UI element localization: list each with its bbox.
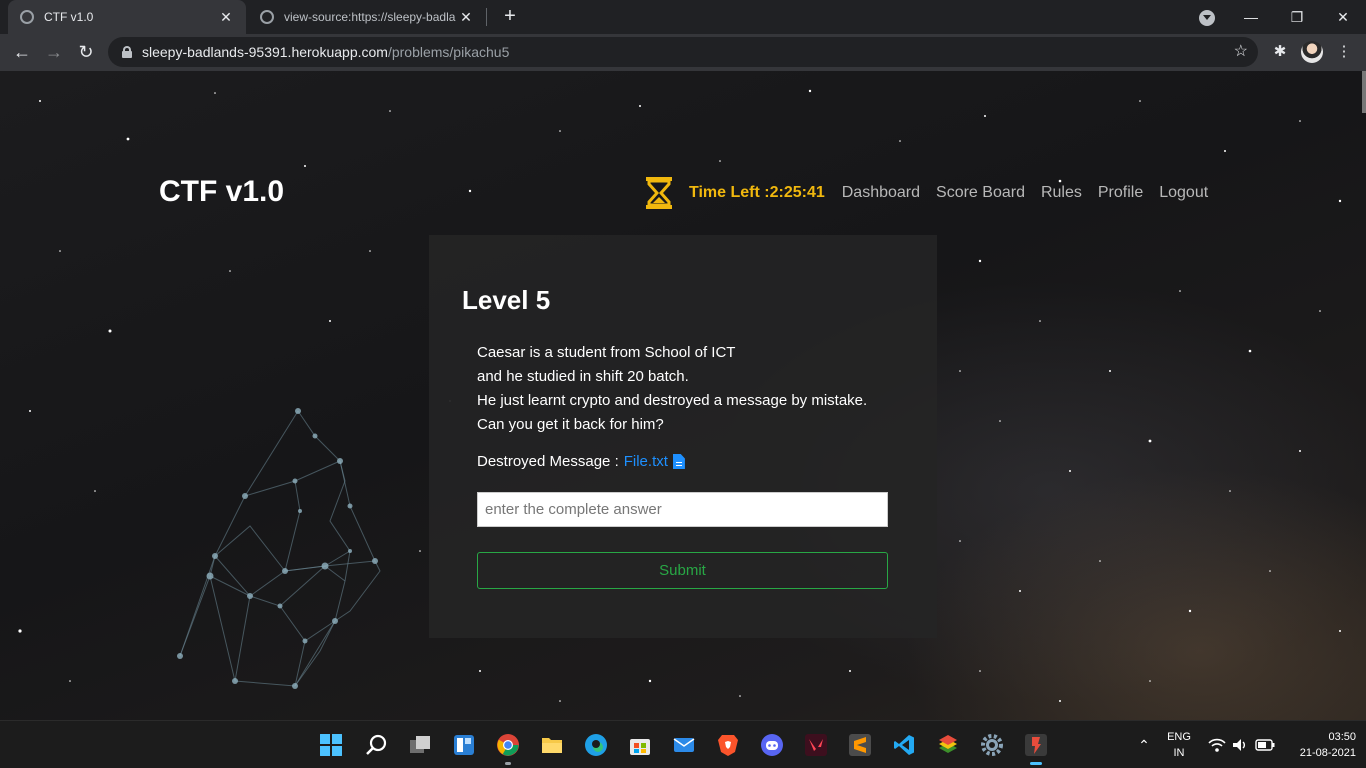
volume-icon[interactable]: [1231, 736, 1249, 754]
tab-title: CTF v1.0: [44, 10, 94, 24]
address-bar[interactable]: sleepy-badlands-95391.herokuapp.com/prob…: [108, 37, 1258, 67]
problem-description: Caesar is a student from School of ICT a…: [477, 341, 917, 437]
file-icon[interactable]: [672, 454, 685, 469]
browser-tab-active[interactable]: CTF v1.0 ✕: [8, 0, 246, 34]
extensions-icon[interactable]: ✱: [1268, 40, 1292, 64]
new-tab-icon[interactable]: +: [500, 5, 520, 29]
url-host: sleepy-badlands-95391.herokuapp.com: [142, 44, 388, 60]
hourglass-icon: [646, 177, 672, 209]
destroyed-message-label: Destroyed Message :: [477, 453, 619, 470]
valorant-icon[interactable]: [804, 733, 828, 757]
forward-icon[interactable]: →: [40, 38, 68, 66]
tab-search-icon[interactable]: [1199, 10, 1215, 26]
clock-date: 21-08-2021: [1299, 747, 1356, 759]
globe-icon: [260, 10, 274, 24]
close-icon[interactable]: ✕: [458, 9, 474, 26]
wifi-icon[interactable]: [1208, 736, 1226, 754]
level-title: Level 5: [462, 285, 551, 315]
scrollbar[interactable]: [1362, 71, 1366, 113]
close-icon[interactable]: ✕: [218, 9, 234, 26]
nav-rules[interactable]: Rules: [1041, 184, 1082, 202]
bookmark-star-icon[interactable]: ☆: [1234, 41, 1248, 61]
menu-kebab-icon[interactable]: ⋮: [1332, 40, 1356, 64]
destroyed-message-row: Destroyed Message : File.txt: [477, 453, 685, 470]
battery-icon[interactable]: [1255, 737, 1275, 753]
language-indicator[interactable]: ENG IN: [1163, 721, 1195, 768]
lock-icon[interactable]: [122, 46, 132, 58]
window-close-icon[interactable]: ✕: [1323, 4, 1363, 30]
page-viewport: CTF v1.0 Time Left :2:25:41 Dashboard Sc…: [0, 71, 1366, 720]
clock-time: 03:50: [1328, 731, 1356, 743]
store-icon[interactable]: [628, 733, 652, 757]
problem-panel: Level 5 Caesar is a student from School …: [429, 235, 937, 638]
url-path: /problems/pikachu5: [387, 44, 510, 60]
nav-score-board[interactable]: Score Board: [936, 184, 1025, 202]
avatar[interactable]: [1301, 41, 1323, 63]
description-line: He just learnt crypto and destroyed a me…: [477, 392, 868, 409]
network-graphic: [177, 408, 381, 689]
bluestacks-icon[interactable]: [936, 733, 960, 757]
minimize-icon[interactable]: —: [1231, 4, 1271, 30]
restore-icon[interactable]: ❐: [1277, 4, 1317, 30]
site-brand[interactable]: CTF v1.0: [159, 175, 284, 209]
region-label: IN: [1173, 747, 1185, 759]
nav-logout[interactable]: Logout: [1159, 184, 1208, 202]
file-download-link[interactable]: File.txt: [624, 453, 668, 470]
globe-icon: [20, 10, 34, 24]
mail-icon[interactable]: [672, 733, 696, 757]
file-explorer-icon[interactable]: [540, 733, 564, 757]
submit-button[interactable]: Submit: [477, 552, 888, 589]
tab-separator: [486, 8, 487, 26]
browser-toolbar: ← → ↻ sleepy-badlands-95391.herokuapp.co…: [0, 34, 1366, 71]
sublime-icon[interactable]: [848, 733, 872, 757]
vscode-icon[interactable]: [892, 733, 916, 757]
browser-tab-strip: CTF v1.0 ✕ view-source:https://sleepy-ba…: [0, 0, 1366, 34]
os-taskbar: ⌃ ENG IN 03:50 21-08-2021: [0, 720, 1366, 768]
description-line: and he studied in shift 20 batch.: [477, 368, 689, 385]
chevron-up-icon[interactable]: ⌃: [1136, 721, 1152, 768]
browser-tab-inactive[interactable]: view-source:https://sleepy-badla ✕: [248, 0, 486, 34]
edge-icon[interactable]: [584, 733, 608, 757]
windows-start-icon[interactable]: [319, 733, 343, 757]
search-icon[interactable]: [364, 733, 388, 757]
task-view-icon[interactable]: [408, 733, 432, 757]
back-icon[interactable]: ←: [8, 38, 36, 66]
clock[interactable]: 03:50 21-08-2021: [1286, 721, 1356, 768]
app-icon[interactable]: [1024, 733, 1048, 757]
tab-title: view-source:https://sleepy-badla: [284, 10, 456, 24]
description-line: Caesar is a student from School of ICT: [477, 344, 736, 361]
chrome-icon[interactable]: [496, 733, 520, 757]
widgets-icon[interactable]: [452, 733, 476, 757]
answer-input[interactable]: [477, 492, 888, 527]
discord-icon[interactable]: [760, 733, 784, 757]
description-line: Can you get it back for him?: [477, 416, 664, 433]
site-nav: Time Left :2:25:41 Dashboard Score Board…: [645, 175, 1208, 211]
brave-icon[interactable]: [716, 733, 740, 757]
nav-dashboard[interactable]: Dashboard: [842, 184, 920, 202]
active-indicator: [1030, 762, 1042, 765]
time-left: Time Left :2:25:41: [689, 184, 825, 201]
reload-icon[interactable]: ↻: [72, 38, 100, 66]
active-indicator: [505, 762, 511, 765]
language-label: ENG: [1167, 731, 1191, 743]
settings-gear-icon[interactable]: [980, 733, 1004, 757]
nav-profile[interactable]: Profile: [1098, 184, 1143, 202]
